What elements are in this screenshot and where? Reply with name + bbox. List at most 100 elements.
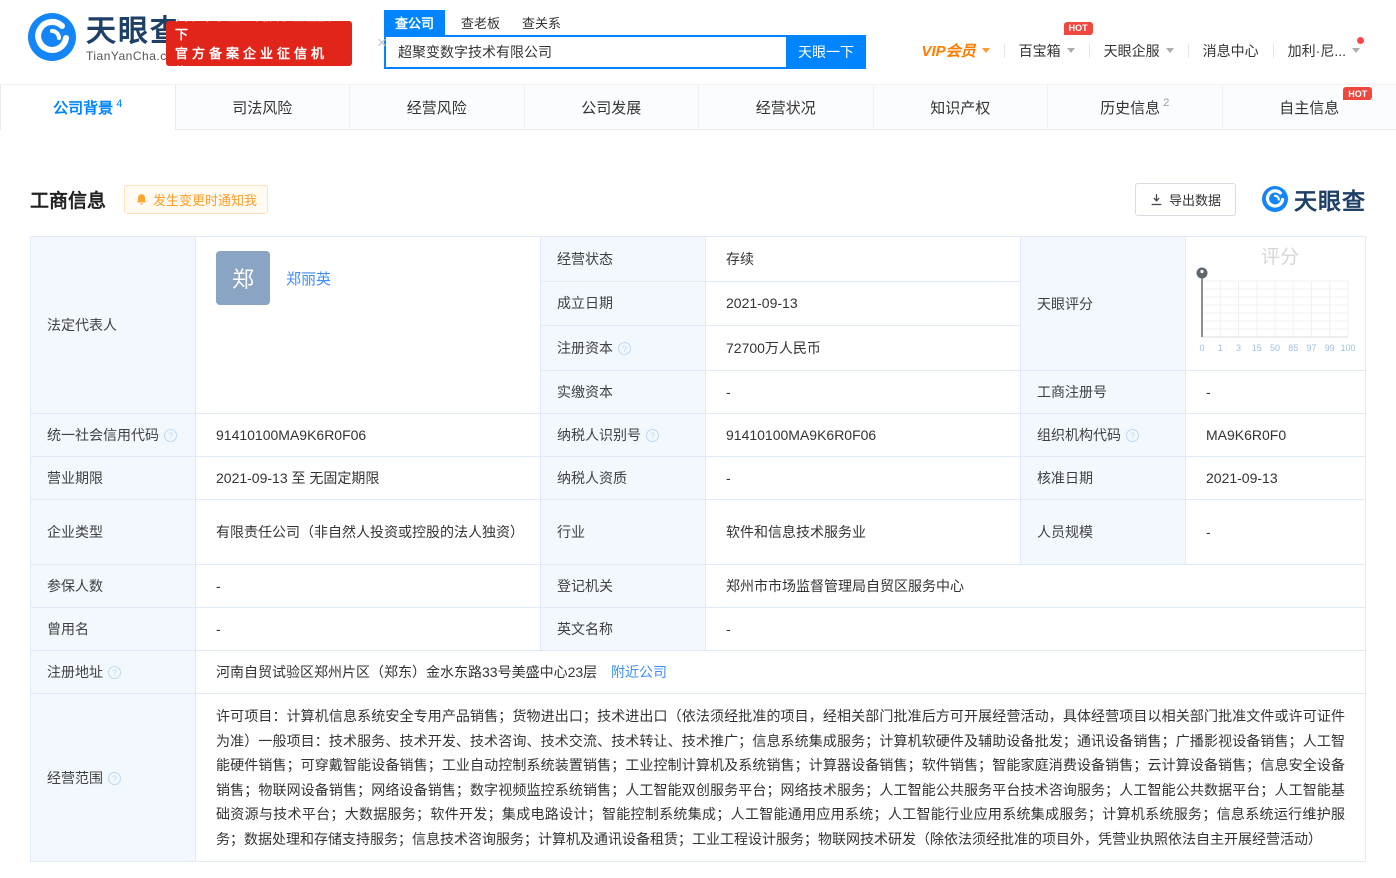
clear-search-icon[interactable]: × xyxy=(372,33,392,53)
tab-label: 公司发展 xyxy=(581,99,642,117)
gov-badge-line2: 官方备案企业征信机构 xyxy=(175,45,329,80)
tab-label: 历史信息 xyxy=(1100,99,1161,117)
org-code-label: 组织机构代码 xyxy=(1020,413,1186,457)
svg-text:100: 100 xyxy=(1340,343,1355,353)
export-data-button[interactable]: 导出数据 xyxy=(1134,182,1236,216)
notification-dot xyxy=(1357,36,1364,44)
tab-self-published-info[interactable]: 自主信息 HOT xyxy=(1223,85,1396,129)
message-center-label: 消息中心 xyxy=(1202,42,1259,59)
tab-company-development[interactable]: 公司发展 xyxy=(525,85,699,129)
tab-label: 经营风险 xyxy=(406,99,467,117)
svg-text:3: 3 xyxy=(1236,343,1241,353)
english-name-label: 英文名称 xyxy=(540,607,706,651)
tab-label: 经营状况 xyxy=(755,99,816,117)
tyc-score-label: 天眼评分 xyxy=(1020,236,1186,371)
insured-count-value: - xyxy=(195,564,541,608)
staff-size-label: 人员规模 xyxy=(1020,499,1186,565)
taxpayer-id-value: 91410100MA9K6R0F06 xyxy=(705,413,1021,457)
search-tab-relation[interactable]: 查关系 xyxy=(522,13,561,32)
search-input[interactable] xyxy=(384,35,786,69)
menu-vip[interactable]: VIP会员 xyxy=(907,40,1003,61)
menu-enterprise-service[interactable]: 天眼企服 xyxy=(1090,41,1188,61)
tianyancha-logo[interactable]: 天眼查 TianYanCha.com xyxy=(28,13,184,66)
help-icon[interactable] xyxy=(646,429,659,442)
tab-count: 4 xyxy=(116,97,123,110)
bell-icon xyxy=(136,193,147,205)
paid-capital-value: - xyxy=(705,370,1021,414)
tab-history-info[interactable]: 历史信息 2 xyxy=(1048,85,1223,129)
svg-text:1: 1 xyxy=(1218,343,1223,353)
address-label: 注册地址 xyxy=(30,650,196,694)
tab-intellectual-property[interactable]: 知识产权 xyxy=(874,85,1048,129)
svg-text:50: 50 xyxy=(1270,343,1280,353)
established-value: 2021-09-13 xyxy=(705,280,1021,327)
nearby-companies-link[interactable]: 附近公司 xyxy=(611,664,667,680)
score-chart-title: 评分 xyxy=(1261,246,1299,268)
hot-badge: HOT xyxy=(1343,87,1373,100)
reg-number-value: - xyxy=(1185,370,1366,414)
tab-count: 2 xyxy=(1163,97,1170,109)
score-marker-pin-icon xyxy=(1196,267,1208,337)
export-button-label: 导出数据 xyxy=(1168,192,1221,208)
legal-rep-name-link[interactable]: 郑丽英 xyxy=(286,268,331,289)
status-label: 经营状态 xyxy=(540,236,706,282)
paid-capital-label: 实缴资本 xyxy=(540,370,706,414)
taxpayer-id-label: 纳税人识别号 xyxy=(540,413,706,457)
notify-button-label: 发生变更时通知我 xyxy=(153,192,258,208)
company-type-label: 企业类型 xyxy=(30,499,196,565)
username-label: 加利·尼... xyxy=(1287,42,1346,59)
credit-code-value: 91410100MA9K6R0F06 xyxy=(195,413,541,457)
help-icon[interactable] xyxy=(108,666,121,679)
search-tab-company[interactable]: 查公司 xyxy=(384,9,446,35)
business-info-section-head: 工商信息 发生变更时通知我 导出数据 天眼查 xyxy=(30,182,1366,216)
reg-capital-label: 注册资本 xyxy=(540,325,706,371)
search-tab-boss[interactable]: 查老板 xyxy=(461,13,500,32)
help-icon[interactable] xyxy=(108,771,121,785)
svg-text:99: 99 xyxy=(1325,343,1335,353)
staff-size-value: - xyxy=(1185,499,1366,565)
tyc-score-chart: 评分 0 1 3 15 50 85 97 99 100 xyxy=(1185,236,1366,371)
gov-badge-line1: 国家中小企业发展子基金旗下 xyxy=(175,7,332,42)
chevron-down-icon xyxy=(1066,48,1075,53)
watermark-label: 天眼查 xyxy=(1294,188,1366,214)
menu-user-account[interactable]: 加利·尼... xyxy=(1274,36,1374,61)
reg-number-label: 工商注册号 xyxy=(1020,370,1186,414)
menu-toolbox[interactable]: HOT 百宝箱 xyxy=(1005,21,1093,61)
credit-code-label: 统一社会信用代码 xyxy=(30,413,196,457)
top-header: 天眼查 TianYanCha.com 国家中小企业发展子基金旗下 官方备案企业征… xyxy=(0,0,1396,84)
legal-rep-cell: 郑 郑丽英 xyxy=(195,236,541,414)
enterprise-service-label: 天眼企服 xyxy=(1103,42,1160,59)
former-name-label: 曾用名 xyxy=(30,607,196,651)
notify-on-change-button[interactable]: 发生变更时通知我 xyxy=(124,184,269,214)
section-title: 工商信息 xyxy=(30,190,107,212)
status-value: 存续 xyxy=(705,236,1021,282)
taxpayer-quality-label: 纳税人资质 xyxy=(540,456,706,500)
svg-text:15: 15 xyxy=(1252,343,1262,353)
chevron-down-icon xyxy=(1165,48,1174,53)
english-name-value: - xyxy=(705,607,1366,651)
help-icon[interactable] xyxy=(618,342,631,356)
legal-rep-label: 法定代表人 xyxy=(30,236,196,414)
taxpayer-quality-value: - xyxy=(705,456,1021,500)
help-icon[interactable] xyxy=(164,429,177,442)
tab-label: 司法风险 xyxy=(232,99,293,117)
tab-company-background[interactable]: 公司背景 4 xyxy=(0,85,176,130)
tab-operational-risk[interactable]: 经营风险 xyxy=(350,85,525,129)
address-value: 河南自贸试验区郑州片区（郑东）金水东路33号美盛中心23层 xyxy=(216,664,598,680)
svg-text:97: 97 xyxy=(1306,343,1316,353)
legal-rep-avatar[interactable]: 郑 xyxy=(216,251,270,305)
industry-label: 行业 xyxy=(540,499,706,565)
tab-judicial-risk[interactable]: 司法风险 xyxy=(176,85,350,129)
menu-message-center[interactable]: 消息中心 xyxy=(1189,41,1273,61)
chevron-down-icon xyxy=(981,48,990,53)
search-button[interactable]: 天眼一下 xyxy=(786,35,866,69)
business-scope-value: 许可项目：计算机信息系统安全专用产品销售；货物进出口；技术进出口（依法须经批准的… xyxy=(195,693,1366,862)
approval-date-value: 2021-09-13 xyxy=(1185,456,1366,500)
approval-date-label: 核准日期 xyxy=(1020,456,1186,500)
industry-value: 软件和信息技术服务业 xyxy=(705,499,1021,565)
tab-operating-status[interactable]: 经营状况 xyxy=(699,85,874,129)
vip-label: VIP会员 xyxy=(921,43,976,60)
tianyancha-logo-icon xyxy=(28,13,76,66)
help-icon[interactable] xyxy=(1126,429,1139,442)
org-code-value: MA9K6R0F0 xyxy=(1185,413,1366,457)
